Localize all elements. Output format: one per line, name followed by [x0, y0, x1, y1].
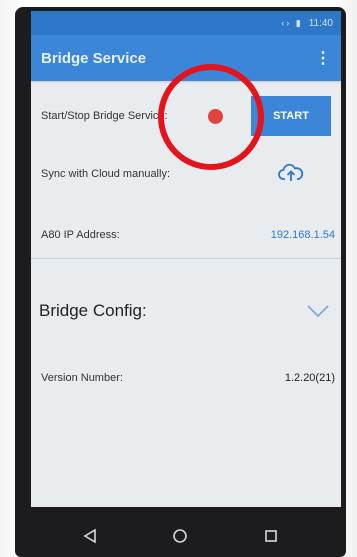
- status-icons: ‹› ▮: [281, 17, 303, 28]
- config-label: Bridge Config:: [39, 301, 147, 320]
- status-bar: ‹› ▮ 11:40: [31, 11, 341, 35]
- bridge-config-header[interactable]: Bridge Config:: [31, 291, 341, 331]
- recents-icon: [265, 529, 277, 542]
- version-value: 1.2.20(21): [284, 372, 335, 384]
- back-icon: [83, 528, 96, 543]
- navigation-bar: [15, 514, 346, 557]
- app-title: Bridge Service: [41, 49, 147, 67]
- home-icon: [173, 528, 188, 543]
- version-label: Version Number:: [41, 372, 123, 384]
- sync-label: Sync with Cloud manually:: [41, 168, 171, 180]
- sync-row: Sync with Cloud manually:: [31, 156, 341, 192]
- ip-row: A80 IP Address: 192.168.1.54: [31, 223, 341, 247]
- overflow-menu-icon[interactable]: ⋮: [315, 48, 331, 68]
- nav-home-button[interactable]: [160, 521, 200, 551]
- section-divider: [31, 258, 341, 259]
- app-bar: Bridge Service ⋮: [31, 35, 341, 81]
- ip-label: A80 IP Address:: [41, 229, 120, 241]
- start-button[interactable]: START: [251, 96, 331, 136]
- app-screen: ‹› ▮ 11:40 Bridge Service ⋮ Start/Stop B…: [31, 11, 341, 507]
- chevron-down-icon: [307, 305, 329, 318]
- status-time: 11:40: [308, 17, 333, 29]
- nav-back-button[interactable]: [70, 521, 110, 551]
- version-row: Version Number: 1.2.20(21): [31, 366, 341, 390]
- service-row: Start/Stop Bridge Service: START: [31, 96, 341, 136]
- cloud-upload-icon[interactable]: [278, 161, 304, 185]
- ip-value: 192.168.1.54: [270, 229, 335, 241]
- nav-recents-button[interactable]: [251, 521, 291, 551]
- service-status-indicator: [208, 109, 223, 124]
- service-label: Start/Stop Bridge Service:: [41, 110, 168, 122]
- device-background: ‹› ▮ 11:40 Bridge Service ⋮ Start/Stop B…: [0, 0, 357, 557]
